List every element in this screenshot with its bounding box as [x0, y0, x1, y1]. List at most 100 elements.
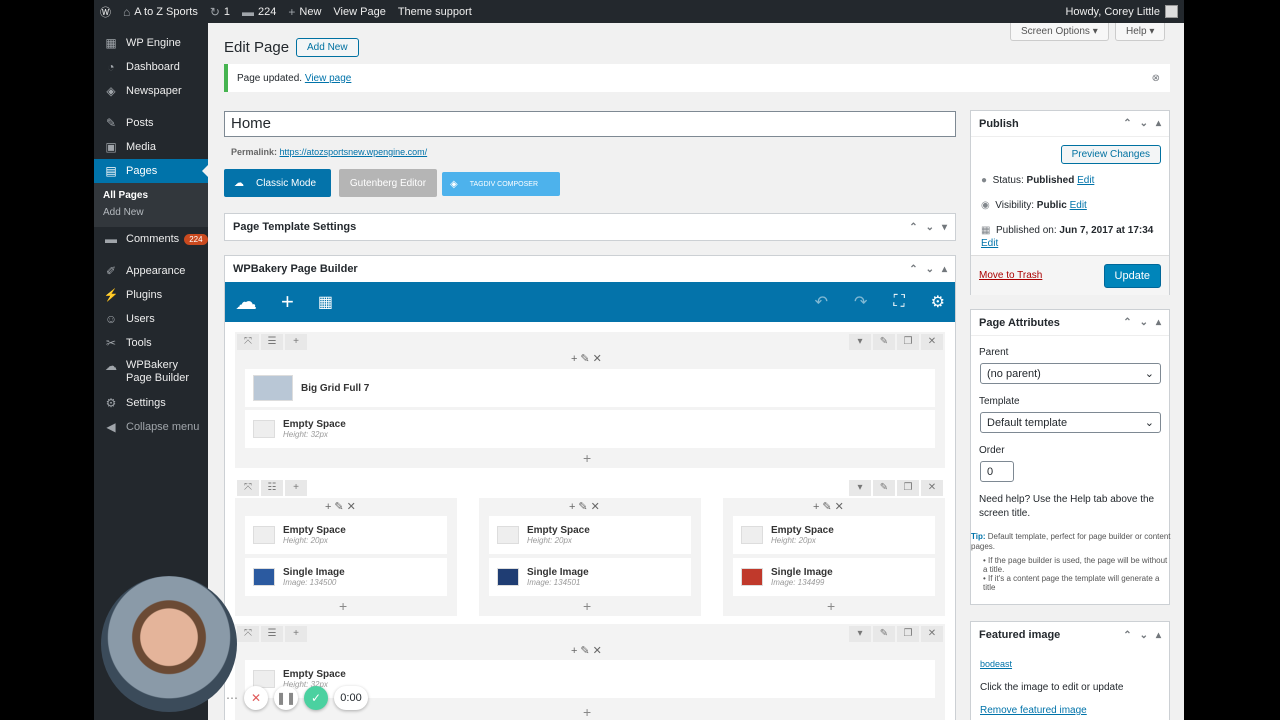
submenu-all-pages[interactable]: All Pages [94, 187, 208, 204]
more-icon[interactable]: ⋯ [226, 691, 238, 705]
account-menu[interactable]: Howdy, Corey Little [1059, 0, 1184, 23]
row-layout-icon[interactable]: ☰ [261, 626, 283, 642]
submenu-add-new[interactable]: Add New [94, 204, 208, 221]
row-clone-icon[interactable]: ❐ [897, 334, 919, 350]
row-clone-icon[interactable]: ❐ [897, 626, 919, 642]
row-edit-icon[interactable]: ✎ [873, 334, 895, 350]
collapse-menu-button[interactable]: ◀ Collapse menu [94, 415, 208, 439]
template-select[interactable]: Default template ⌄ [980, 412, 1161, 433]
help-button[interactable]: Help ▾ [1115, 23, 1166, 41]
move-up-icon[interactable]: ⌃ [1123, 630, 1131, 641]
sidebar-item-users[interactable]: ☺ Users [94, 307, 208, 331]
column-controls[interactable]: +✎✕ [569, 500, 603, 513]
add-element-icon[interactable]: + [583, 598, 591, 614]
row-move-icon[interactable]: ⤧ [237, 626, 259, 642]
row-delete-icon[interactable]: ✕ [921, 334, 943, 350]
list-item[interactable]: Empty Space Height: 32px [245, 410, 935, 448]
wordpress-logo-icon[interactable]: Ⓦ [94, 0, 117, 23]
page-attributes-header[interactable]: Page Attributes ⌃ ⌄ ▴ [971, 310, 1169, 336]
list-item[interactable]: Single Image Image: 134501 [489, 558, 691, 596]
sidebar-item-dashboard[interactable]: ◔ Dashboard [94, 55, 208, 79]
row-add-icon[interactable]: + [285, 480, 307, 496]
featured-image-thumbnail[interactable]: bodeast [980, 659, 1012, 669]
parent-select[interactable]: (no parent) ⌄ [980, 363, 1161, 384]
edit-visibility-link[interactable]: Edit [1070, 200, 1087, 211]
screen-options-button[interactable]: Screen Options ▾ [1010, 23, 1109, 41]
updates-link[interactable]: ↻ 1 [204, 0, 236, 23]
row-delete-icon[interactable]: ✕ [921, 626, 943, 642]
list-item[interactable]: Empty Space Height: 20px [733, 516, 935, 554]
add-element-icon[interactable]: + [583, 450, 591, 466]
preview-changes-button[interactable]: Preview Changes [1060, 145, 1161, 164]
dismiss-icon[interactable]: ⊗ [1152, 73, 1160, 84]
row-edit-icon[interactable]: ✎ [873, 480, 895, 496]
sidebar-item-pages[interactable]: ▤ Pages [94, 159, 208, 183]
sidebar-item-newspaper[interactable]: ◈ Newspaper [94, 79, 208, 103]
remove-featured-image-link[interactable]: Remove featured image [980, 705, 1087, 716]
sidebar-item-appearance[interactable]: ✐ Appearance [94, 259, 208, 283]
featured-image-header[interactable]: Featured image ⌃ ⌄ ▴ [971, 622, 1169, 648]
add-element-icon[interactable]: + [827, 598, 835, 614]
sidebar-item-comments[interactable]: ▬ Comments 224 [94, 227, 208, 251]
templates-icon[interactable]: ▦ [318, 292, 333, 312]
cancel-recording-button[interactable]: ✕ [244, 686, 268, 710]
tagdiv-composer-button[interactable]: ◈ TAGDIV COMPOSER [442, 172, 560, 196]
sidebar-item-tools[interactable]: ✂ Tools [94, 331, 208, 355]
row-clone-icon[interactable]: ❐ [897, 480, 919, 496]
post-title-input[interactable]: Home [224, 111, 956, 137]
edit-status-link[interactable]: Edit [1077, 175, 1094, 186]
row-delete-icon[interactable]: ✕ [921, 480, 943, 496]
add-new-button[interactable]: Add New [296, 38, 359, 57]
permalink-url[interactable]: https://atozsportsnew.wpengine.com/ [280, 147, 428, 157]
toggle-icon[interactable]: ▴ [1156, 630, 1161, 641]
row-toggle-icon[interactable]: ▾ [849, 626, 871, 642]
order-input[interactable]: 0 [980, 461, 1014, 482]
row-add-icon[interactable]: + [285, 334, 307, 350]
row-toggle-icon[interactable]: ▾ [849, 334, 871, 350]
toggle-icon[interactable]: ▴ [1156, 317, 1161, 328]
move-up-icon[interactable]: ⌃ [909, 222, 917, 233]
move-down-icon[interactable]: ⌄ [926, 264, 934, 275]
view-page-notice-link[interactable]: View page [305, 73, 352, 84]
list-item[interactable]: Empty Space Height: 20px [245, 516, 447, 554]
row-edit-icon[interactable]: ✎ [873, 626, 895, 642]
sidebar-item-settings[interactable]: ⚙ Settings [94, 391, 208, 415]
wpbakery-logo-icon[interactable]: ☁ [235, 289, 257, 315]
list-item[interactable]: Single Image Image: 134500 [245, 558, 447, 596]
move-down-icon[interactable]: ⌄ [1140, 630, 1148, 641]
add-element-icon[interactable]: + [583, 704, 591, 720]
pause-recording-button[interactable]: ❚❚ [274, 686, 298, 710]
column-controls[interactable]: +✎✕ [571, 352, 605, 365]
undo-icon[interactable]: ↶ [815, 292, 828, 312]
toggle-icon[interactable]: ▴ [942, 264, 947, 275]
move-down-icon[interactable]: ⌄ [926, 222, 934, 233]
move-to-trash-link[interactable]: Move to Trash [979, 270, 1042, 281]
new-content-link[interactable]: + New [282, 0, 327, 23]
row-toggle-icon[interactable]: ▾ [849, 480, 871, 496]
gutenberg-editor-button[interactable]: Gutenberg Editor [339, 169, 437, 197]
update-button[interactable]: Update [1103, 264, 1161, 288]
list-item[interactable]: Single Image Image: 134499 [733, 558, 935, 596]
toggle-icon[interactable]: ▾ [942, 222, 947, 233]
toggle-icon[interactable]: ▴ [1156, 118, 1161, 129]
sidebar-item-plugins[interactable]: ⚡ Plugins [94, 283, 208, 307]
sidebar-item-posts[interactable]: ✎ Posts [94, 111, 208, 135]
site-name-link[interactable]: ⌂ A to Z Sports [117, 0, 204, 23]
page-template-settings-header[interactable]: Page Template Settings ⌃ ⌄ ▾ [225, 214, 955, 240]
list-item[interactable]: Big Grid Full 7 [245, 369, 935, 407]
view-page-link[interactable]: View Page [327, 0, 391, 23]
row-move-icon[interactable]: ⤧ [237, 334, 259, 350]
fullscreen-icon[interactable]: ⛶ [893, 293, 904, 311]
move-up-icon[interactable]: ⌃ [909, 264, 917, 275]
wpbakery-header[interactable]: WPBakery Page Builder ⌃ ⌄ ▴ [225, 256, 955, 282]
comments-link[interactable]: ▬ 224 [236, 0, 282, 23]
sidebar-item-wpbakery[interactable]: ☁ WPBakery Page Builder [94, 355, 208, 391]
list-item[interactable]: Empty Space Height: 20px [489, 516, 691, 554]
redo-icon[interactable]: ↷ [854, 292, 867, 312]
add-element-icon[interactable]: + [339, 598, 347, 614]
finish-recording-button[interactable]: ✓ [304, 686, 328, 710]
settings-icon[interactable]: ⚙ [931, 292, 945, 312]
classic-mode-button[interactable]: ☁ Classic Mode [224, 169, 331, 197]
theme-support-link[interactable]: Theme support [392, 0, 478, 23]
move-up-icon[interactable]: ⌃ [1123, 317, 1131, 328]
